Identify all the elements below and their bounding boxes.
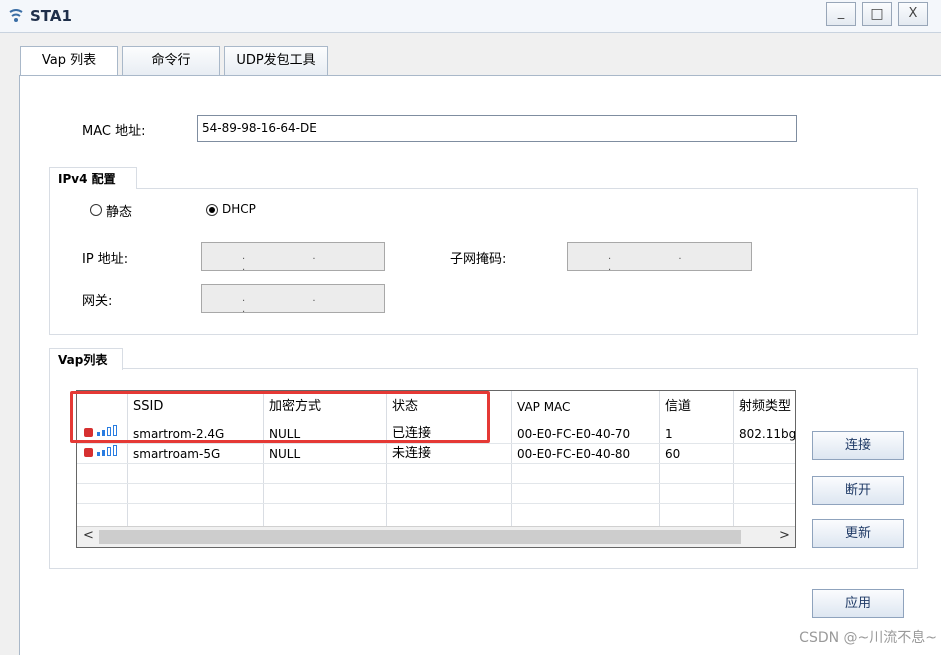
minimize-button[interactable]: _ <box>826 2 856 26</box>
vap-group-title: Vap列表 <box>49 348 123 370</box>
scrollbar-thumb[interactable] <box>99 530 741 544</box>
row-channel: 60 <box>665 447 681 461</box>
static-radio[interactable] <box>90 204 102 216</box>
close-button[interactable]: X <box>898 2 928 26</box>
row-ssid: smartroam-5G <box>133 447 221 461</box>
tab-vap-list[interactable]: Vap 列表 <box>20 46 118 76</box>
row-radio-type: 802.11bg <box>739 427 796 441</box>
static-radio-label: 静态 <box>106 205 133 220</box>
row-divider <box>77 463 795 464</box>
horizontal-scrollbar[interactable]: < > <box>77 526 795 547</box>
highlight-box <box>70 391 490 443</box>
scroll-left-icon[interactable]: < <box>83 528 94 543</box>
subnet-mask-label: 子网掩码: <box>450 252 507 267</box>
gateway-label: 网关: <box>82 294 113 309</box>
row-channel: 1 <box>665 427 673 441</box>
ip-label: IP 地址: <box>82 252 129 267</box>
mac-address-field[interactable]: 54-89-98-16-64-DE <box>197 115 797 142</box>
row-status: 未连接 <box>392 446 432 461</box>
app-window: STA1 _ □ X Vap 列表 命令行 UDP发包工具 MAC 地址: 54… <box>0 0 941 655</box>
row-encryption: NULL <box>269 447 301 461</box>
maximize-button[interactable]: □ <box>862 2 892 26</box>
subnet-mask-field[interactable]: . . . <box>567 242 752 273</box>
col-divider <box>733 391 734 526</box>
dhcp-radio-label: DHCP <box>222 202 256 216</box>
disconnect-button[interactable]: 断开 <box>812 476 904 505</box>
gateway-field[interactable]: . . . <box>201 284 385 315</box>
col-radio-type: 射频类型 <box>739 399 792 414</box>
dhcp-radio[interactable] <box>206 204 218 216</box>
app-icon <box>9 9 23 22</box>
row-divider <box>77 503 795 504</box>
row-divider <box>77 443 795 444</box>
ip-address-field[interactable]: . . . <box>201 242 385 273</box>
window-title: STA1 <box>30 7 72 25</box>
connect-button[interactable]: 连接 <box>812 431 904 460</box>
apply-button[interactable]: 应用 <box>812 589 904 618</box>
scroll-right-icon[interactable]: > <box>779 528 790 543</box>
watermark: CSDN @~川流不息~ <box>799 630 937 646</box>
row-divider <box>77 483 795 484</box>
refresh-button[interactable]: 更新 <box>812 519 904 548</box>
col-vap-mac: VAP MAC <box>517 400 571 414</box>
ipv4-group-title: IPv4 配置 <box>49 167 137 189</box>
tab-udp-tool[interactable]: UDP发包工具 <box>224 46 328 75</box>
col-channel: 信道 <box>665 399 692 414</box>
row-vap-mac: 00-E0-FC-E0-40-70 <box>517 427 631 441</box>
tab-command-line[interactable]: 命令行 <box>122 46 220 75</box>
row-vap-mac: 00-E0-FC-E0-40-80 <box>517 447 631 461</box>
lock-icon <box>84 448 93 457</box>
title-bar: STA1 _ □ X <box>0 0 941 33</box>
mac-label: MAC 地址: <box>82 124 146 139</box>
